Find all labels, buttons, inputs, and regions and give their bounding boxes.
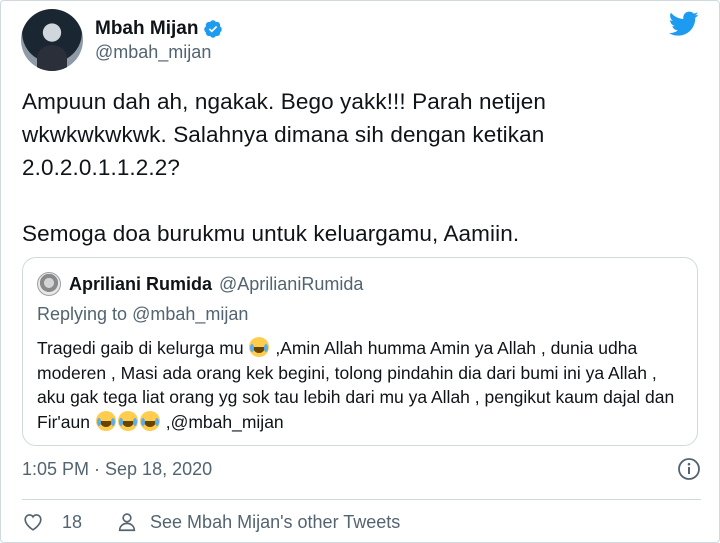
author-handle[interactable]: @mbah_mijan [95,42,223,63]
tweet-text-line: Semoga doa burukmu untuk keluargamu, Aam… [22,221,520,246]
quoted-tweet-header: Apriliani Rumida @AprilianiRumida [37,272,363,296]
tweet-text: Ampuun dah ah, ngakak. Bego yakk!!! Para… [22,85,682,250]
tweet-card: Mbah Mijan @mbah_mijan Ampuun dah ah, ng… [0,0,720,543]
verified-badge-icon [204,19,223,38]
tweet-actions: 18 See Mbah Mijan's other Tweets [22,511,400,533]
face-with-tears-of-joy-emoji [117,410,138,431]
like-count: 18 [62,511,83,532]
tweet-text-line: wkwkwkwkwk. Salahnya dimana sih dengan k… [22,122,545,147]
quoted-author-avatar [37,272,61,296]
author-name-row: Mbah Mijan [95,18,223,40]
quoted-author-handle: @AprilianiRumida [219,273,364,294]
quoted-tweet-text: Tragedi gaib di kelurga mu ,Amin Allah h… [37,336,687,434]
quoted-author-display-name: Apriliani Rumida [69,273,213,294]
other-tweets-link[interactable]: See Mbah Mijan's other Tweets [150,512,400,533]
quoted-tweet[interactable]: Apriliani Rumida @AprilianiRumida Replyi… [22,257,698,446]
tweet-timestamp[interactable]: 1:05 PM · Sep 18, 2020 [22,459,212,480]
tweet-text-line: Ampuun dah ah, ngakak. Bego yakk!!! Para… [22,89,546,114]
tweet-header: Mbah Mijan @mbah_mijan [21,9,223,71]
author-avatar[interactable] [21,9,83,71]
quoted-text-part: ,@mbah_mijan [165,411,284,432]
tweet-text-line: 2.0.2.0.1.1.2.2? [22,155,180,180]
replying-to-prefix: Replying to [37,304,128,324]
author-display-name[interactable]: Mbah Mijan [95,18,198,40]
person-icon [118,513,136,532]
twitter-bird-icon[interactable] [669,11,699,37]
replying-to-handle[interactable]: @mbah_mijan [132,304,248,324]
info-icon[interactable] [677,457,701,481]
face-with-tears-of-joy-emoji [95,410,116,431]
replying-to-line: Replying to @mbah_mijan [37,304,248,325]
divider [22,499,701,500]
heart-icon[interactable] [22,511,44,533]
face-with-tears-of-joy-emoji [249,337,270,357]
author-names: Mbah Mijan @mbah_mijan [95,18,223,63]
face-with-tears-of-joy-emoji [139,410,160,431]
quoted-text-part: Tragedi gaib di kelurga mu [37,338,244,358]
